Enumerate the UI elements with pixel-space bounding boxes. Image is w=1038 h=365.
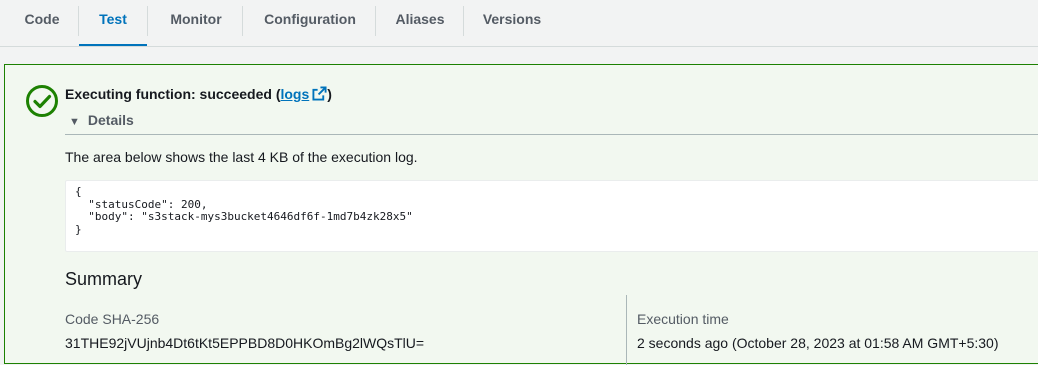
tab-separator [242, 6, 243, 36]
summary-heading: Summary [65, 269, 143, 289]
tab-aliases[interactable]: Aliases [388, 0, 452, 47]
tab-bar: Code Test Monitor Configuration Aliases … [0, 0, 1038, 47]
status-text: Executing function: succeeded ( [65, 86, 281, 102]
logs-link[interactable]: logs [280, 86, 327, 102]
tab-separator [463, 6, 464, 36]
tab-code[interactable]: Code [14, 0, 70, 47]
details-label: Details [87, 112, 134, 128]
code-sha-value: 31THE92jVUjnb4Dt6tKt5EPPBD8D0HKOmBg2lWQs… [65, 335, 425, 351]
log-description: The area below shows the last 4 KB of th… [65, 149, 418, 165]
caret-down-icon: ▼ [69, 116, 80, 128]
tab-versions[interactable]: Versions [476, 0, 548, 47]
external-link-icon [312, 86, 327, 101]
execution-result-panel: Executing function: succeeded (logs) ▼ De… [4, 64, 1038, 365]
tab-separator [375, 6, 376, 36]
execution-status: Executing function: succeeded (logs) [65, 86, 332, 102]
status-suffix: ) [327, 86, 332, 102]
divider [65, 134, 1038, 135]
details-expander[interactable]: ▼ Details [69, 112, 134, 128]
execution-time-value: 2 seconds ago (October 28, 2023 at 01:58… [637, 335, 999, 351]
success-check-icon [26, 85, 58, 117]
tab-monitor[interactable]: Monitor [160, 0, 232, 47]
tab-test[interactable]: Test [79, 0, 147, 47]
tab-separator [147, 6, 148, 36]
code-sha-label: Code SHA-256 [65, 311, 160, 327]
execution-time-label: Execution time [637, 311, 729, 327]
tab-configuration[interactable]: Configuration [255, 0, 365, 47]
execution-log-output[interactable]: { "statusCode": 200, "body": "s3stack-my… [65, 180, 1038, 252]
